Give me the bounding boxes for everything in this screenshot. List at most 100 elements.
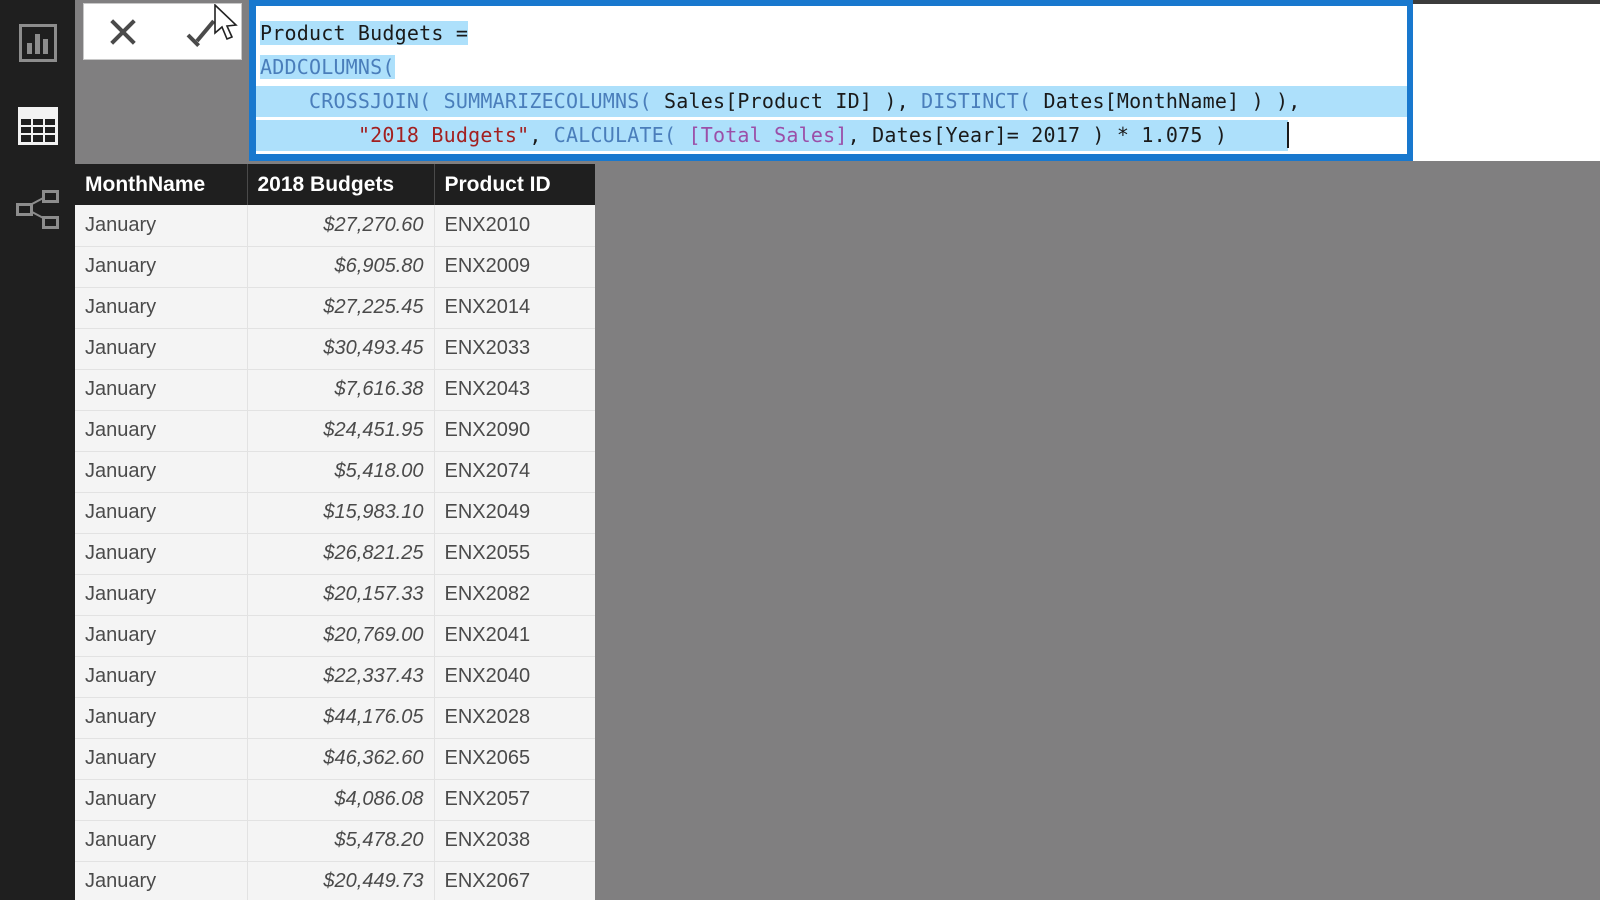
cell-monthname: January — [75, 492, 248, 534]
table-body: January $27,270.60 ENX2010 January $6,905.8… — [75, 205, 595, 900]
formula-line-1: Product Budgets = — [260, 18, 469, 48]
table-row[interactable]: January $20,157.33 ENX2082 — [75, 574, 595, 616]
formula-line-3: CROSSJOIN( SUMMARIZECOLUMNS( Sales[Produ… — [260, 86, 1301, 116]
cell-budget: $27,225.45 — [247, 287, 435, 329]
dates-monthname-arg: Dates[MonthName] ) ), — [1031, 89, 1301, 113]
cell-budget: $20,769.00 — [247, 615, 435, 657]
cell-product-id: ENX2065 — [434, 738, 595, 780]
table-row[interactable]: January $4,086.08 ENX2057 — [75, 779, 595, 821]
crossjoin-token: CROSSJOIN( — [308, 89, 432, 113]
line4-comma: , — [529, 123, 554, 147]
column-header-monthname[interactable]: MonthName — [75, 164, 248, 205]
cell-budget: $26,821.25 — [247, 533, 435, 575]
cell-monthname: January — [75, 287, 248, 329]
cell-product-id: ENX2043 — [434, 369, 595, 411]
cell-budget: $6,905.80 — [247, 246, 435, 288]
sidebar-item-data-view[interactable] — [0, 88, 75, 163]
budgets-string-literal: "2018 Budgets" — [357, 123, 530, 147]
cell-monthname: January — [75, 615, 248, 657]
line3-indent — [260, 89, 309, 113]
table-row[interactable]: January $20,769.00 ENX2041 — [75, 615, 595, 657]
cell-budget: $46,362.60 — [247, 738, 435, 780]
table-row[interactable]: January $26,821.25 ENX2055 — [75, 533, 595, 575]
table-row[interactable]: January $5,478.20 ENX2038 — [75, 820, 595, 862]
cell-product-id: ENX2040 — [434, 656, 595, 698]
table-row[interactable]: January $15,983.10 ENX2049 — [75, 492, 595, 534]
cell-monthname: January — [75, 451, 248, 493]
cell-monthname: January — [75, 861, 248, 900]
formula-line-2: ADDCOLUMNS( — [260, 52, 395, 82]
text-caret — [1287, 122, 1289, 148]
cell-monthname: January — [75, 246, 248, 288]
cell-budget: $44,176.05 — [247, 697, 435, 739]
cell-product-id: ENX2067 — [434, 861, 595, 900]
dax-formula-text-area[interactable]: Product Budgets = ADDCOLUMNS( CROSSJOIN(… — [256, 6, 1407, 154]
cell-product-id: ENX2009 — [434, 246, 595, 288]
cell-monthname: January — [75, 697, 248, 739]
cell-monthname: January — [75, 533, 248, 575]
cell-product-id: ENX2038 — [434, 820, 595, 862]
cell-budget: $22,337.43 — [247, 656, 435, 698]
cell-monthname: January — [75, 779, 248, 821]
table-row[interactable]: January $5,418.00 ENX2074 — [75, 451, 595, 493]
cell-monthname: January — [75, 369, 248, 411]
line3-space-1 — [431, 89, 443, 113]
cell-monthname: January — [75, 574, 248, 616]
cell-product-id: ENX2049 — [434, 492, 595, 534]
table-row[interactable]: January $46,362.60 ENX2065 — [75, 738, 595, 780]
table-row[interactable]: January $27,270.60 ENX2010 — [75, 205, 595, 247]
cell-product-id: ENX2082 — [434, 574, 595, 616]
calculate-token: CALCULATE( — [553, 123, 677, 147]
table-row[interactable]: January $22,337.43 ENX2040 — [75, 656, 595, 698]
cell-budget: $5,478.20 — [247, 820, 435, 862]
measure-name-assignment: Product Budgets = — [260, 21, 469, 45]
dax-formula-editor[interactable]: Product Budgets = ADDCOLUMNS( CROSSJOIN(… — [249, 0, 1413, 161]
cell-budget: $15,983.10 — [247, 492, 435, 534]
data-view-icon — [17, 106, 58, 145]
power-bi-window: Product Budgets = ADDCOLUMNS( CROSSJOIN(… — [0, 0, 1600, 900]
cell-budget: $20,157.33 — [247, 574, 435, 616]
cell-budget: $27,270.60 — [247, 205, 435, 247]
cell-budget: $24,451.95 — [247, 410, 435, 452]
sales-product-id-arg: Sales[Product ID] ), — [651, 89, 922, 113]
cancel-formula-button[interactable] — [92, 7, 154, 57]
cell-monthname: January — [75, 328, 248, 370]
table-row[interactable]: January $20,449.73 ENX2067 — [75, 861, 595, 900]
sidebar-item-report-view[interactable] — [0, 5, 75, 80]
table-row[interactable]: January $7,616.38 ENX2043 — [75, 369, 595, 411]
formula-line-4: "2018 Budgets", CALCULATE( [Total Sales]… — [260, 120, 1227, 150]
cell-budget: $30,493.45 — [247, 328, 435, 370]
cell-monthname: January — [75, 410, 248, 452]
check-icon — [185, 15, 219, 49]
total-sales-measure-reference: [Total Sales] — [688, 123, 848, 147]
addcolumns-token: ADDCOLUMNS( — [260, 55, 395, 79]
table-row[interactable]: January $24,451.95 ENX2090 — [75, 410, 595, 452]
distinct-token: DISTINCT( — [921, 89, 1032, 113]
left-nav-rail — [0, 0, 75, 900]
line4-indent — [260, 123, 358, 147]
table-row[interactable]: January $30,493.45 ENX2033 — [75, 328, 595, 370]
table-row[interactable]: January $27,225.45 ENX2014 — [75, 287, 595, 329]
cell-monthname: January — [75, 656, 248, 698]
data-grid[interactable]: MonthName 2018 Budgets Product ID Januar… — [75, 164, 595, 900]
formula-action-buttons — [83, 3, 242, 60]
line4-space — [676, 123, 688, 147]
sidebar-item-model-view[interactable] — [0, 172, 75, 247]
cell-monthname: January — [75, 205, 248, 247]
column-header-product-id[interactable]: Product ID — [434, 164, 595, 205]
line4-remainder: , Dates[Year]= 2017 ) * 1.075 ) — [847, 123, 1228, 147]
cell-monthname: January — [75, 738, 248, 780]
cell-budget: $7,616.38 — [247, 369, 435, 411]
summarizecolumns-token: SUMMARIZECOLUMNS( — [443, 89, 652, 113]
column-header-2018-budgets[interactable]: 2018 Budgets — [247, 164, 435, 205]
cell-budget: $20,449.73 — [247, 861, 435, 900]
commit-formula-button[interactable] — [171, 7, 233, 57]
report-view-icon — [18, 23, 57, 62]
table-row[interactable]: January $44,176.05 ENX2028 — [75, 697, 595, 739]
cell-product-id: ENX2074 — [434, 451, 595, 493]
data-table: MonthName 2018 Budgets Product ID Januar… — [75, 164, 595, 900]
cell-product-id: ENX2033 — [434, 328, 595, 370]
cell-product-id: ENX2041 — [434, 615, 595, 657]
table-row[interactable]: January $6,905.80 ENX2009 — [75, 246, 595, 288]
close-icon — [106, 15, 140, 49]
